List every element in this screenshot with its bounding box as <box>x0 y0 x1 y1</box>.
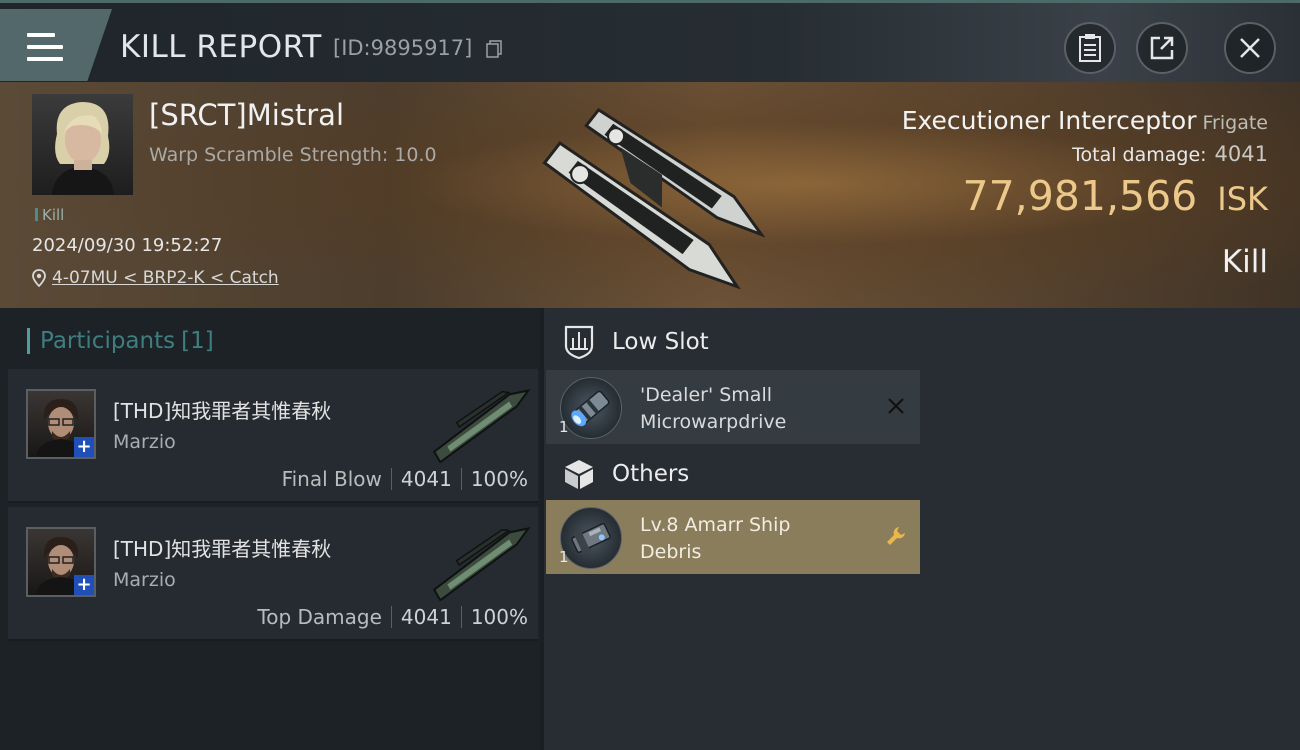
ship-type: Executioner Interceptor <box>901 106 1197 135</box>
isk-unit: ISK <box>1217 180 1268 218</box>
cargo-item[interactable]: 1 Lv.8 Amarr Ship Debris <box>546 500 920 574</box>
victim-ship-name[interactable]: Executioner Interceptor Frigate <box>902 106 1268 135</box>
participant-ship-icon[interactable] <box>420 383 540 463</box>
item-quantity: 1 <box>559 418 569 436</box>
item-name-line: Debris <box>640 541 702 563</box>
page-title: KILL REPORT <box>120 29 322 65</box>
report-id: [ID:9895917] <box>333 36 473 60</box>
close-button[interactable] <box>1224 22 1276 74</box>
share-button[interactable] <box>1136 22 1188 74</box>
participant-damage: 4041 <box>400 605 452 629</box>
others-header: Others <box>562 454 689 494</box>
isk-value: 77,981,566 <box>962 172 1198 220</box>
low-slot-label: Low Slot <box>612 329 709 355</box>
victim-banner: [SRCT]Mistral Warp Scramble Strength: 10… <box>0 82 1300 308</box>
participant-percent: 100% <box>470 605 528 629</box>
wrench-icon[interactable] <box>884 524 908 548</box>
victim-name[interactable]: [SRCT]Mistral <box>149 98 344 132</box>
participant-damage: 4041 <box>400 467 452 491</box>
hamburger-icon <box>27 33 63 61</box>
participants-panel: Participants [1] + [THD]知我罪者其惟春秋 Marzio <box>0 308 540 750</box>
location-pin-icon <box>32 269 46 287</box>
kill-timestamp: 2024/09/30 19:52:27 <box>32 235 223 256</box>
top-bar: KILL REPORT [ID:9895917] <box>0 0 1300 82</box>
kill-tag: Kill <box>35 206 64 224</box>
participants-header: Participants [1] <box>27 328 214 354</box>
total-damage-label: Total damage: <box>1072 144 1207 166</box>
participant-stats: Final Blow 4041 100% <box>282 467 528 491</box>
report-result: Kill <box>1221 244 1268 280</box>
fitting-panel: Low Slot 1 'Dealer' Small Microwarpdrive <box>544 308 1300 750</box>
item-name-line: 'Dealer' Small <box>640 384 772 406</box>
participant-name[interactable]: Marzio <box>113 431 176 453</box>
participant-row[interactable]: + [THD]知我罪者其惟春秋 Marzio Top Damage 4041 1… <box>8 507 538 641</box>
clipboard-button[interactable] <box>1064 22 1116 74</box>
destroyed-icon <box>884 394 908 418</box>
plus-icon: + <box>74 575 94 595</box>
item-name: Lv.8 Amarr Ship Debris <box>640 512 870 566</box>
box-icon <box>565 460 593 489</box>
item-name-line: Lv.8 Amarr Ship <box>640 514 791 536</box>
plus-icon: + <box>74 437 94 457</box>
location-link[interactable]: 4-07MU < BRP2-K < Catch <box>52 268 279 288</box>
item-name: 'Dealer' Small Microwarpdrive <box>640 382 870 436</box>
low-slot-header: Low Slot <box>562 322 709 362</box>
participant-role: Top Damage <box>257 605 382 629</box>
participant-role: Final Blow <box>281 467 382 491</box>
menu-button[interactable] <box>0 9 112 81</box>
total-damage: Total damage: 4041 <box>1072 142 1268 166</box>
kill-location[interactable]: 4-07MU < BRP2-K < Catch <box>32 268 279 288</box>
participant-avatar[interactable]: + <box>26 527 96 597</box>
clipboard-icon <box>1079 34 1101 62</box>
participant-corp[interactable]: [THD]知我罪者其惟春秋 <box>113 395 331 424</box>
victim-avatar[interactable] <box>32 94 133 195</box>
victim-ship-image[interactable] <box>520 92 790 297</box>
participant-corp[interactable]: [THD]知我罪者其惟春秋 <box>113 533 331 562</box>
participant-row[interactable]: + [THD]知我罪者其惟春秋 Marzio Final Blow 4041 1… <box>8 369 538 503</box>
copy-icon[interactable] <box>486 40 502 58</box>
isk-value-row: 77,981,566 ISK <box>963 172 1268 220</box>
participant-stats: Top Damage 4041 100% <box>257 605 528 629</box>
participant-percent: 100% <box>470 467 528 491</box>
warp-scramble-strength: Warp Scramble Strength: 10.0 <box>149 144 437 166</box>
ship-class: Frigate <box>1202 112 1268 134</box>
microwarpdrive-icon <box>560 377 622 439</box>
item-name-line: Microwarpdrive <box>640 411 787 433</box>
share-icon <box>1150 36 1174 60</box>
others-label: Others <box>612 461 690 487</box>
low-slot-icon <box>564 325 594 360</box>
participant-avatar[interactable]: + <box>26 389 96 459</box>
close-icon <box>1240 38 1260 58</box>
item-quantity: 1 <box>559 548 569 566</box>
total-damage-value: 4041 <box>1214 142 1268 166</box>
module-item[interactable]: 1 'Dealer' Small Microwarpdrive <box>546 370 920 444</box>
ship-debris-icon <box>560 507 622 569</box>
participants-label: Participants <box>40 328 176 354</box>
participant-name[interactable]: Marzio <box>113 569 176 591</box>
participant-ship-icon[interactable] <box>420 521 540 601</box>
participants-count: [1] <box>181 328 214 354</box>
